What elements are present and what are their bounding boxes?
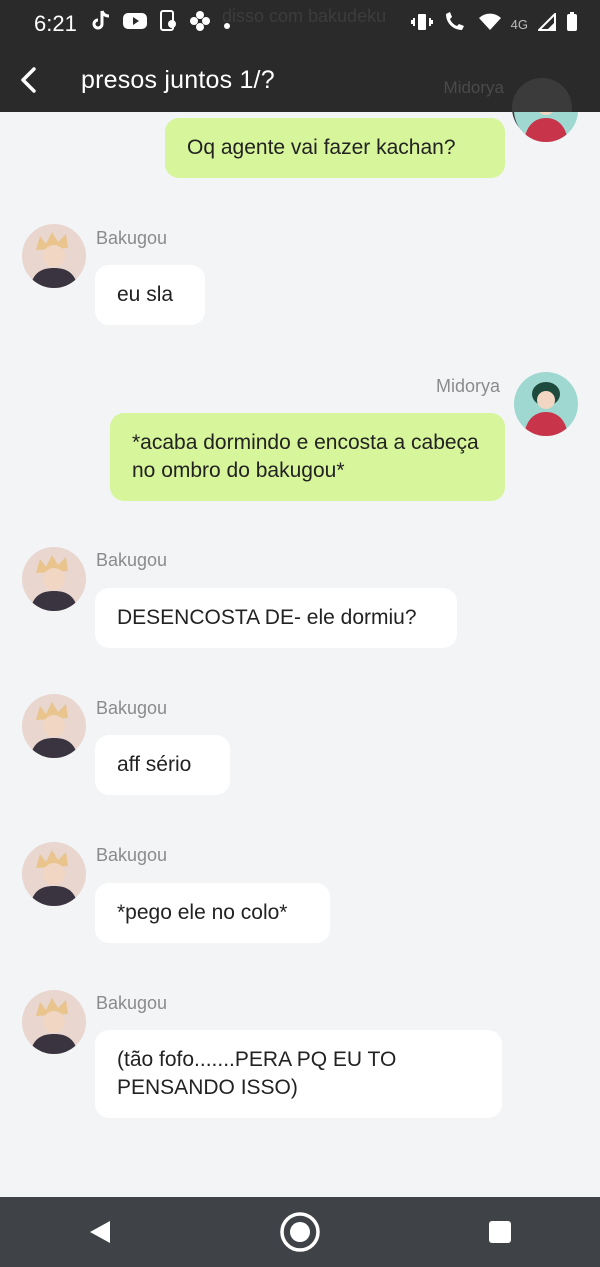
tiktok-icon xyxy=(91,10,111,38)
sender-name: Bakugou xyxy=(96,550,168,570)
page-title: presos juntos 1/? xyxy=(81,65,275,94)
chat-thread: Oq agente vai fazer kachan? Bakugou eu s… xyxy=(0,112,600,1197)
sender-name: Bakugou xyxy=(96,993,168,1013)
sender-name: Bakugou xyxy=(96,698,168,718)
avatar-midorya[interactable] xyxy=(514,372,578,436)
app-bar: presos juntos 1/? Midorya xyxy=(0,48,600,138)
system-nav-bar xyxy=(0,1197,600,1267)
wifi-icon xyxy=(478,13,501,36)
home-circle-icon xyxy=(280,1212,320,1252)
battery-icon xyxy=(566,11,578,37)
youtube-icon xyxy=(122,12,147,36)
ghost-sender-name: Midorya xyxy=(443,78,504,97)
ghost-overlay-text: disso com bakudeku xyxy=(222,6,387,26)
nav-home-button[interactable] xyxy=(270,1202,330,1262)
avatar-bakugou[interactable] xyxy=(22,694,86,758)
signal-icon xyxy=(536,11,556,36)
message-bubble[interactable]: *pego ele no colo* xyxy=(95,883,330,943)
message-bubble[interactable]: *acaba dormindo e encosta a cabeça no om… xyxy=(110,413,505,501)
avatar-bakugou[interactable] xyxy=(22,547,86,611)
back-triangle-icon xyxy=(90,1221,110,1243)
status-bar: 6:21 disso com bakudeku 4G xyxy=(0,0,600,48)
sender-name: Midorya xyxy=(436,376,501,396)
back-button[interactable] xyxy=(6,58,50,102)
sender-name: Bakugou xyxy=(96,228,168,248)
pinwheel-icon xyxy=(189,10,211,38)
status-time: 6:21 xyxy=(34,11,77,36)
avatar-midorya[interactable] xyxy=(514,112,578,142)
network-type-label: 4G xyxy=(510,16,528,32)
message-bubble[interactable]: (tão fofo.......PERA PQ EU TO PENSANDO I… xyxy=(95,1030,502,1118)
avatar-bakugou[interactable] xyxy=(22,842,86,906)
vibrate-icon xyxy=(410,13,433,36)
message-bubble[interactable]: Oq agente vai fazer kachan? xyxy=(165,118,505,178)
avatar-bakugou[interactable] xyxy=(22,224,86,288)
phone-sync-icon xyxy=(159,10,177,38)
message-bubble[interactable]: DESENCOSTA DE- ele dormiu? xyxy=(95,588,457,648)
sender-name: Bakugou xyxy=(96,845,168,865)
chevron-left-icon xyxy=(21,67,36,93)
message-bubble[interactable]: aff sério xyxy=(95,735,230,795)
nav-back-button[interactable] xyxy=(70,1202,130,1262)
recents-square-icon xyxy=(489,1221,511,1243)
message-bubble[interactable]: eu sla xyxy=(95,265,205,325)
call-4g-icon xyxy=(443,11,469,38)
nav-recents-button[interactable] xyxy=(470,1202,530,1262)
avatar-bakugou[interactable] xyxy=(22,990,86,1054)
